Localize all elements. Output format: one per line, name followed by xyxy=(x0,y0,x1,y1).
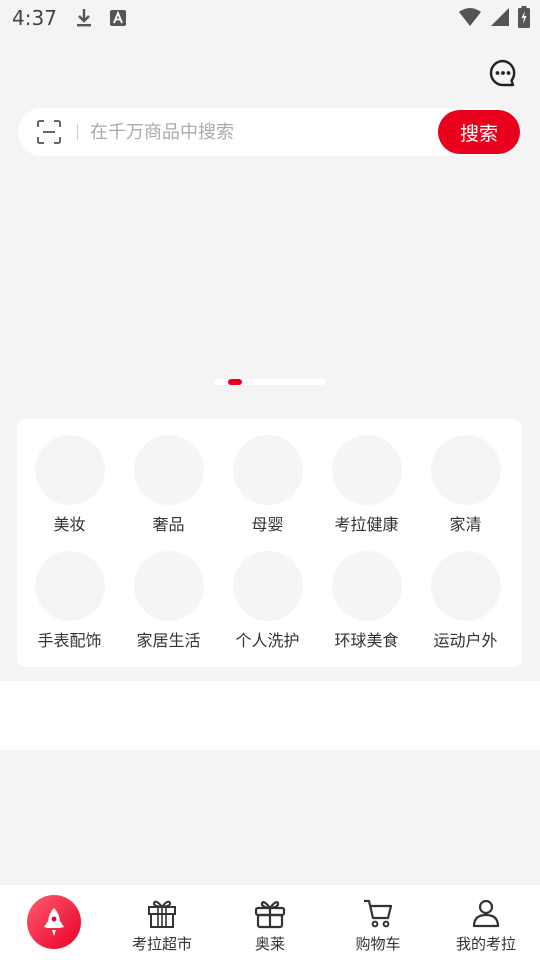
signal-icon xyxy=(490,7,510,31)
category-item[interactable]: 环球美食 xyxy=(317,535,416,651)
category-item[interactable]: 母婴 xyxy=(218,419,317,535)
status-bar: 4:37 xyxy=(0,0,540,36)
gift-box-icon xyxy=(252,895,288,931)
category-label: 考拉健康 xyxy=(334,515,399,534)
category-image xyxy=(232,551,303,621)
category-image xyxy=(331,435,402,505)
search-button[interactable]: 搜索 xyxy=(438,110,520,154)
category-image xyxy=(331,551,402,621)
nav-label: 奥莱 xyxy=(254,935,285,953)
nav-item-kaola-supermarket[interactable]: 考拉超市 xyxy=(108,885,216,960)
category-item[interactable]: 个人洗护 xyxy=(218,535,317,651)
category-image xyxy=(430,551,501,621)
category-image xyxy=(34,435,105,505)
category-item[interactable]: 手表配饰 xyxy=(20,535,119,651)
nav-item-home[interactable] xyxy=(0,885,108,960)
status-right-icons xyxy=(458,6,530,32)
banner-carousel[interactable] xyxy=(0,164,540,394)
user-icon xyxy=(468,895,504,931)
category-image xyxy=(133,435,204,505)
a-letter-icon xyxy=(107,7,129,29)
category-item[interactable]: 家居生活 xyxy=(119,535,218,651)
category-label: 家清 xyxy=(449,515,482,534)
message-button[interactable] xyxy=(486,56,520,90)
category-label: 运动户外 xyxy=(433,631,498,650)
banner-indicator xyxy=(214,379,326,385)
status-time: 4:37 xyxy=(12,6,57,30)
category-image xyxy=(34,551,105,621)
banner-indicator-active-dot xyxy=(228,379,242,385)
nav-label: 我的考拉 xyxy=(455,935,516,953)
download-icon xyxy=(73,7,95,29)
gift-icon xyxy=(144,895,180,931)
category-label: 环球美食 xyxy=(334,631,399,650)
chat-bubble-icon xyxy=(489,59,516,87)
category-label: 奢品 xyxy=(152,515,185,534)
nav-item-my-kaola[interactable]: 我的考拉 xyxy=(432,885,540,960)
category-item[interactable]: 运动户外 xyxy=(416,535,515,651)
nav-label: 购物车 xyxy=(355,935,401,953)
bottom-nav: 考拉超市 奥莱 购物车 我的考拉 xyxy=(0,884,540,960)
category-item[interactable]: 考拉健康 xyxy=(317,419,416,535)
content-strip xyxy=(0,681,540,750)
category-label: 手表配饰 xyxy=(37,631,102,650)
battery-icon xyxy=(518,6,530,32)
category-label: 个人洗护 xyxy=(235,631,300,650)
nav-label: 考拉超市 xyxy=(131,935,192,953)
category-item[interactable]: 美妆 xyxy=(20,419,119,535)
category-item[interactable]: 奢品 xyxy=(119,419,218,535)
search-divider xyxy=(77,124,78,140)
category-image xyxy=(430,435,501,505)
cart-icon xyxy=(360,895,396,931)
nav-item-cart[interactable]: 购物车 xyxy=(324,885,432,960)
category-item[interactable]: 家清 xyxy=(416,419,515,535)
category-label: 美妆 xyxy=(53,515,86,534)
category-image xyxy=(232,435,303,505)
nav-item-outlet[interactable]: 奥莱 xyxy=(216,885,324,960)
scan-icon[interactable] xyxy=(36,119,62,145)
category-panel: 美妆 奢品 母婴 考拉健康 家清 手表配饰 家居生活 个人洗护 环球美食 运动户… xyxy=(17,419,522,667)
category-image xyxy=(133,551,204,621)
rocket-icon xyxy=(44,908,64,936)
search-input[interactable] xyxy=(90,116,430,148)
home-button[interactable] xyxy=(27,895,81,949)
category-label: 母婴 xyxy=(251,515,284,534)
search-bar: 搜索 xyxy=(18,108,522,156)
category-label: 家居生活 xyxy=(136,631,201,650)
wifi-icon xyxy=(458,7,482,31)
